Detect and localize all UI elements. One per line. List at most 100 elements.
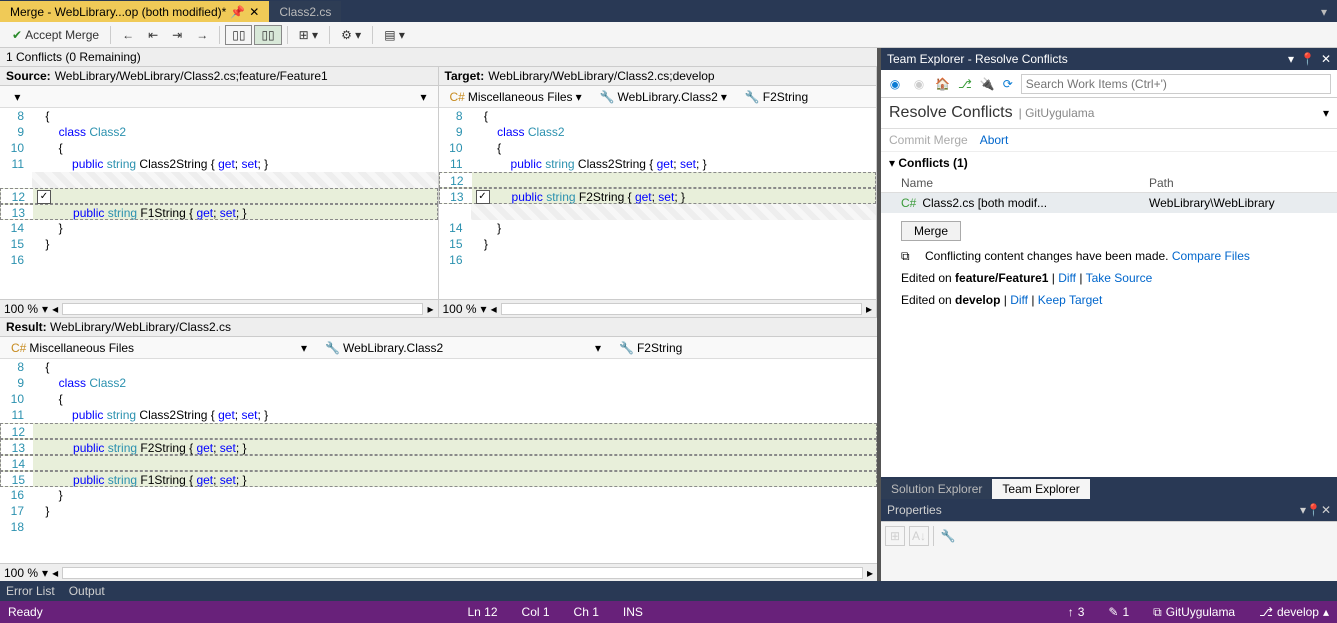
scrollbar[interactable] bbox=[501, 303, 862, 315]
result-zoom[interactable]: 100 % bbox=[4, 566, 38, 580]
tab-output[interactable]: Output bbox=[69, 584, 105, 598]
code-line[interactable]: 9 class Class2 bbox=[439, 124, 877, 140]
more-button[interactable]: ▤ ▾ bbox=[378, 26, 411, 44]
code-line[interactable] bbox=[439, 204, 877, 220]
conflicts-header[interactable]: Conflicts (1) bbox=[898, 156, 967, 170]
nav-prev-button[interactable]: ⇤ bbox=[142, 26, 164, 44]
branch-icon[interactable]: ⎇ bbox=[958, 77, 972, 91]
crumb-member[interactable]: 🔧 F2String bbox=[738, 88, 815, 106]
dropdown-icon[interactable]: ▾ bbox=[1288, 52, 1294, 66]
code-line[interactable]: 10 { bbox=[0, 391, 877, 407]
refresh-icon[interactable]: ⟳ bbox=[1003, 77, 1013, 91]
source-code[interactable]: 8 {9 class Class210 {11 public string Cl… bbox=[0, 108, 438, 299]
plug-icon[interactable]: 🔌 bbox=[980, 77, 995, 91]
code-line[interactable]: 17 } bbox=[0, 503, 877, 519]
scroll-right[interactable]: ▸ bbox=[867, 566, 873, 580]
code-line[interactable]: 14 } bbox=[0, 220, 438, 236]
scroll-left[interactable]: ◂ bbox=[52, 566, 58, 580]
te-menu[interactable]: ▾ bbox=[1323, 106, 1329, 120]
take-source-link[interactable]: Take Source bbox=[1086, 271, 1153, 285]
code-line[interactable]: 11 public string Class2String { get; set… bbox=[0, 407, 877, 423]
code-line[interactable]: 16 } bbox=[0, 487, 877, 503]
accept-checkbox[interactable]: ✓ bbox=[476, 190, 490, 204]
code-line[interactable]: 9 class Class2 bbox=[0, 375, 877, 391]
merge-button[interactable]: Merge bbox=[901, 221, 961, 241]
layout-horizontal-button[interactable]: ▯▯ bbox=[225, 25, 252, 45]
scrollbar[interactable] bbox=[62, 567, 863, 579]
status-repo[interactable]: ⧉ GitUygulama bbox=[1153, 605, 1235, 620]
code-line[interactable]: 16 bbox=[0, 252, 438, 268]
nav-first-button[interactable]: ← bbox=[116, 26, 140, 44]
code-line[interactable]: 13 public string F1String { get; set; } bbox=[0, 204, 438, 220]
pin-icon[interactable]: 📍 bbox=[1306, 503, 1321, 517]
accept-merge-button[interactable]: ✔ Accept Merge bbox=[6, 26, 105, 44]
nav-last-button[interactable]: → bbox=[190, 26, 214, 44]
code-line[interactable]: 8 { bbox=[0, 108, 438, 124]
crumb-class[interactable]: 🔧 WebLibrary.Class2 ▾ bbox=[318, 339, 608, 357]
tab-team-explorer[interactable]: Team Explorer bbox=[992, 479, 1089, 499]
scroll-left[interactable]: ◂ bbox=[52, 302, 58, 316]
zoom-dd[interactable]: ▾ bbox=[42, 566, 48, 580]
code-line[interactable]: 12 bbox=[0, 423, 877, 439]
conflict-row[interactable]: C# Class2.cs [both modif... WebLibrary\W… bbox=[881, 193, 1337, 213]
code-line[interactable]: 12 bbox=[439, 172, 877, 188]
close-icon[interactable]: ✕ bbox=[1321, 503, 1331, 517]
crumb-class[interactable]: 🔧 WebLibrary.Class2 ▾ bbox=[593, 88, 734, 106]
code-line[interactable]: 9 class Class2 bbox=[0, 124, 438, 140]
diff-target-link[interactable]: Diff bbox=[1010, 293, 1028, 307]
code-line[interactable]: 15 public string F1String { get; set; } bbox=[0, 471, 877, 487]
code-line[interactable]: 16 bbox=[439, 252, 877, 268]
back-button[interactable]: ◉ bbox=[887, 76, 903, 92]
code-line[interactable]: 10 { bbox=[439, 140, 877, 156]
compare-options-button[interactable]: ⚙ ▾ bbox=[335, 26, 367, 44]
home-icon[interactable]: 🏠 bbox=[935, 77, 950, 91]
code-line[interactable]: 18 bbox=[0, 519, 877, 535]
diff-source-link[interactable]: Diff bbox=[1058, 271, 1076, 285]
code-line[interactable]: 15 } bbox=[0, 236, 438, 252]
scrollbar[interactable] bbox=[62, 303, 423, 315]
forward-button[interactable]: ◉ bbox=[911, 76, 927, 92]
crumb-misc[interactable]: C# Miscellaneous Files ▾ bbox=[4, 339, 314, 357]
tab-error-list[interactable]: Error List bbox=[6, 584, 55, 598]
grid-options-button[interactable]: ⊞ ▾ bbox=[293, 26, 324, 44]
status-unpushed[interactable]: ↑ 3 bbox=[1068, 605, 1085, 619]
pin-icon[interactable]: 📌 bbox=[230, 5, 245, 19]
scroll-right[interactable]: ▸ bbox=[866, 302, 872, 316]
scroll-right[interactable]: ▸ bbox=[427, 302, 433, 316]
alphabetical-icon[interactable]: A↓ bbox=[909, 526, 929, 546]
accept-checkbox[interactable]: ✓ bbox=[37, 190, 51, 204]
code-line[interactable]: 13 public string F2String { get; set; } bbox=[0, 439, 877, 455]
target-zoom[interactable]: 100 % bbox=[443, 302, 477, 316]
abort-button[interactable]: Abort bbox=[980, 133, 1009, 147]
categorized-icon[interactable]: ⊞ bbox=[885, 526, 905, 546]
tab-solution-explorer[interactable]: Solution Explorer bbox=[881, 479, 992, 499]
zoom-dd[interactable]: ▾ bbox=[42, 302, 48, 316]
code-line[interactable]: 14 bbox=[0, 455, 877, 471]
search-input[interactable] bbox=[1021, 74, 1331, 94]
close-icon[interactable]: ✕ bbox=[1321, 52, 1331, 66]
tab-merge[interactable]: Merge - WebLibrary...op (both modified)*… bbox=[0, 1, 269, 22]
collapse-icon[interactable]: ▾ bbox=[889, 156, 895, 170]
zoom-dd[interactable]: ▾ bbox=[481, 302, 487, 316]
source-crumb-empty[interactable]: ▾ bbox=[4, 88, 409, 106]
code-line[interactable]: 15 } bbox=[439, 236, 877, 252]
code-line[interactable]: 11 public string Class2String { get; set… bbox=[0, 156, 438, 172]
source-zoom[interactable]: 100 % bbox=[4, 302, 38, 316]
layout-vertical-button[interactable]: ▯▯ bbox=[254, 25, 281, 45]
keep-target-link[interactable]: Keep Target bbox=[1038, 293, 1103, 307]
pin-icon[interactable]: 📍 bbox=[1300, 52, 1315, 66]
target-code[interactable]: 8 {9 class Class210 {11 public string Cl… bbox=[439, 108, 877, 299]
code-line[interactable]: 12✓ bbox=[0, 188, 438, 204]
nav-next-button[interactable]: ⇥ bbox=[166, 26, 188, 44]
status-branch[interactable]: ⎇ develop ▴ bbox=[1259, 605, 1329, 619]
code-line[interactable]: 10 { bbox=[0, 140, 438, 156]
tab-class2[interactable]: Class2.cs bbox=[269, 1, 341, 22]
crumb-misc[interactable]: C# Miscellaneous Files ▾ bbox=[443, 88, 589, 106]
scroll-left[interactable]: ◂ bbox=[491, 302, 497, 316]
status-changes[interactable]: ✎ 1 bbox=[1108, 605, 1129, 619]
code-line[interactable]: 14 } bbox=[439, 220, 877, 236]
crumb-member[interactable]: 🔧 F2String bbox=[612, 339, 873, 357]
close-icon[interactable]: ✕ bbox=[249, 5, 259, 19]
code-line[interactable]: 8 { bbox=[439, 108, 877, 124]
tabs-dropdown[interactable]: ▾ bbox=[1311, 1, 1337, 22]
